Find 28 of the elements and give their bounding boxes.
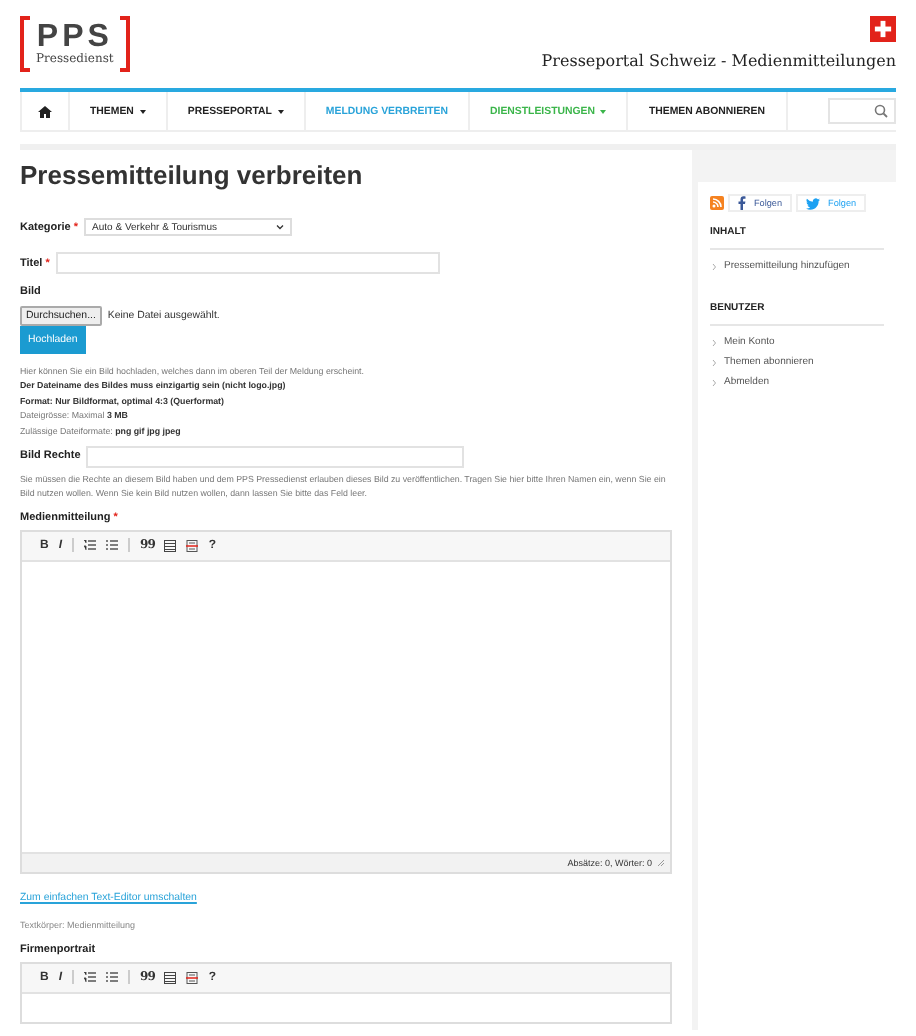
resize-handle-icon[interactable]: [658, 859, 664, 866]
logo-text[interactable]: PPS: [36, 22, 113, 52]
numbered-list-icon[interactable]: [84, 972, 97, 983]
home-icon: [38, 105, 52, 117]
home-link[interactable]: [20, 92, 70, 130]
caret-icon: [139, 109, 146, 113]
numbered-list-icon[interactable]: [84, 540, 97, 551]
title-field[interactable]: [55, 252, 440, 274]
rss-icon[interactable]: [710, 196, 724, 210]
strikethrough-icon[interactable]: [186, 539, 199, 552]
table-icon[interactable]: [164, 971, 177, 984]
bracket-icon: [20, 16, 30, 72]
search-field[interactable]: [828, 98, 896, 124]
bird-icon: [806, 197, 821, 209]
bracket-icon: [119, 16, 130, 72]
bullet-list-icon[interactable]: [106, 540, 119, 551]
caret-icon: [277, 109, 284, 113]
page-title: Pressemitteilung verbreiten: [20, 160, 365, 190]
image-rights-field[interactable]: [86, 445, 465, 468]
flag-icon: [870, 16, 896, 42]
bullet-list-icon[interactable]: [106, 972, 119, 983]
tagline: Presseportal Schweiz - Medienmitteilungen: [541, 52, 896, 70]
search-icon[interactable]: [874, 104, 888, 118]
chevron-down-icon: [276, 224, 285, 230]
table-icon[interactable]: [164, 539, 177, 552]
caret-icon: [600, 109, 607, 113]
facebook-icon: [738, 196, 746, 210]
strikethrough-icon[interactable]: [186, 971, 199, 984]
